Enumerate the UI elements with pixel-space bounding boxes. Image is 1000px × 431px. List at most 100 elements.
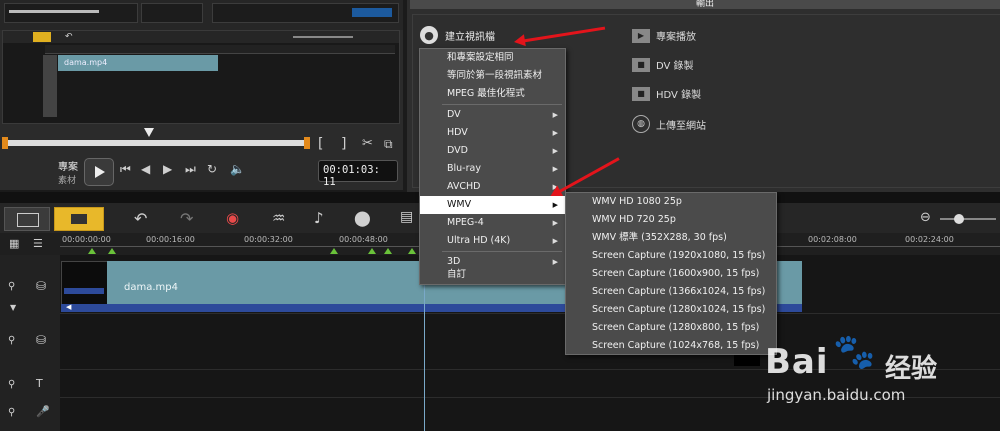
film-strip-icon	[17, 213, 39, 227]
submenu-arrow-icon: ▶	[552, 111, 558, 119]
wmv-item-hd1080[interactable]: WMV HD 1080 25p	[566, 193, 776, 211]
chapter-list-icon[interactable]: ☰	[33, 237, 43, 250]
menu-item-wmv[interactable]: WMV ▶	[420, 196, 565, 214]
dv-record-label: DV 錄製	[656, 61, 694, 72]
repeat-icon[interactable]: ↻	[207, 162, 217, 176]
wmv-item-standard[interactable]: WMV 標準 (352X288, 30 fps)	[566, 229, 776, 247]
trim-start-marker[interactable]	[2, 137, 8, 149]
chapter-marker[interactable]	[108, 248, 116, 254]
submenu-item-label: Screen Capture (1920x1080, 15 fps)	[592, 250, 766, 261]
project-mode-label[interactable]: 專案	[58, 158, 78, 173]
chapter-marker[interactable]	[330, 248, 338, 254]
menu-item-mpeg-optimizer[interactable]: MPEG 最佳化程式	[420, 85, 565, 103]
submenu-arrow-icon: ▶	[552, 165, 558, 173]
zoom-slider-knob[interactable]	[954, 214, 964, 224]
voice-track-lock-icon[interactable]: ⚲	[8, 407, 15, 418]
mini-ruler	[45, 45, 395, 54]
enlarge-preview-icon[interactable]: ⧉	[384, 137, 393, 152]
expand-track-icon[interactable]: ▼	[10, 303, 16, 312]
preview-scrubber[interactable]	[2, 137, 310, 149]
menu-item-ultra-hd[interactable]: Ultra HD (4K) ▶	[420, 232, 565, 250]
motion-track-icon[interactable]: ⬤	[354, 209, 371, 227]
menu-item-same-as-project[interactable]: 和專案設定相同	[420, 49, 565, 67]
overlay-track-lock-icon[interactable]: ⚲	[8, 335, 15, 346]
project-playback-button[interactable]: ▶ 專案播放	[632, 28, 696, 43]
go-to-start-icon[interactable]: ⏮	[120, 162, 131, 177]
wmv-item-hd720[interactable]: WMV HD 720 25p	[566, 211, 776, 229]
wmv-item-screen-1024[interactable]: Screen Capture (1024x768, 15 fps)	[566, 337, 776, 355]
record-capture-icon[interactable]: ◉	[226, 209, 239, 227]
wmv-item-screen-1280x800[interactable]: Screen Capture (1280x800, 15 fps)	[566, 319, 776, 337]
next-frame-icon[interactable]: ▶	[163, 162, 172, 176]
mark-in-icon[interactable]: [	[318, 136, 323, 152]
submenu-arrow-icon: ▶	[552, 129, 558, 137]
go-to-end-icon[interactable]: ⏭	[185, 162, 196, 177]
upload-web-button[interactable]: ◍ 上傳至網站	[632, 115, 706, 133]
menu-item-hdv[interactable]: HDV ▶	[420, 124, 565, 142]
menu-item-label: WMV	[447, 199, 472, 210]
preview-mini-scrub[interactable]	[9, 10, 99, 13]
preview-playhead[interactable]	[144, 128, 154, 137]
mini-timeline[interactable]: ↶ dama.mp4	[2, 30, 400, 124]
menu-item-label: AVCHD	[447, 181, 481, 192]
clip-mode-label[interactable]: 素材	[58, 173, 76, 186]
auto-music-icon[interactable]: ♪	[314, 209, 324, 227]
timecode-display[interactable]: 00:01:03: 11	[318, 160, 398, 188]
volume-icon[interactable]: 🔈	[230, 162, 245, 176]
mark-out-icon[interactable]: ]	[341, 136, 346, 152]
clip-thumbnail[interactable]	[61, 261, 109, 305]
menu-item-same-as-first-clip[interactable]: 等同於第一段視訊素材	[420, 67, 565, 85]
overlay-track-icon[interactable]: ⛁	[36, 333, 46, 347]
chapter-marker[interactable]	[368, 248, 376, 254]
sound-mixer-icon[interactable]: ♒	[272, 209, 285, 227]
mini-storyboard-icon[interactable]	[33, 32, 51, 42]
menu-item-custom[interactable]: 自訂	[420, 266, 565, 284]
menu-item-label: DVD	[447, 145, 468, 156]
split-clip-icon[interactable]: ✂	[362, 136, 373, 151]
create-video-button[interactable]: ● 建立視訊檔	[420, 26, 495, 44]
previous-frame-icon[interactable]: ◀	[141, 162, 150, 176]
trim-end-marker[interactable]	[304, 137, 310, 149]
wmv-item-screen-1920[interactable]: Screen Capture (1920x1080, 15 fps)	[566, 247, 776, 265]
menu-item-label: MPEG-4	[447, 217, 484, 228]
storyboard-view-button[interactable]	[54, 207, 104, 231]
zoom-slider[interactable]	[940, 214, 996, 224]
video-clip-label: dama.mp4	[124, 282, 178, 293]
video-track-icon[interactable]: ⛁	[36, 279, 46, 293]
undo-icon[interactable]: ↶	[134, 209, 147, 228]
mini-zoom-slider[interactable]	[293, 36, 353, 38]
zoom-out-icon[interactable]: ⊖	[920, 210, 931, 225]
chapter-marker[interactable]	[408, 248, 416, 254]
output-panel-header: 輸出	[410, 0, 1000, 9]
dv-record-button[interactable]: ■ DV 錄製	[632, 57, 694, 72]
track-manager-icon[interactable]: ▦	[9, 237, 19, 250]
redo-icon[interactable]: ↷	[180, 209, 193, 228]
storyboard-icon	[71, 214, 87, 224]
black-clip[interactable]	[734, 354, 760, 366]
video-track-lock-icon[interactable]: ⚲	[8, 281, 15, 292]
chapter-marker[interactable]	[384, 248, 392, 254]
thumbnail-bar	[64, 288, 104, 294]
mini-track-icons	[11, 55, 39, 117]
chapter-marker[interactable]	[88, 248, 96, 254]
wmv-item-screen-1280x1024[interactable]: Screen Capture (1280x1024, 15 fps)	[566, 301, 776, 319]
watermark-suffix: 经验	[885, 354, 938, 384]
play-button[interactable]	[84, 158, 114, 186]
menu-item-avchd[interactable]: AVCHD▶	[420, 178, 565, 196]
menu-item-dvd[interactable]: DVD ▶	[420, 142, 565, 160]
voice-track-icon[interactable]: 🎤	[36, 405, 50, 418]
submenu-arrow-icon: ▶	[552, 219, 558, 227]
menu-item-dv[interactable]: DV ▶	[420, 106, 565, 124]
subtitle-editor-icon[interactable]: ▤	[400, 209, 413, 225]
wmv-item-screen-1600[interactable]: Screen Capture (1600x900, 15 fps)	[566, 265, 776, 283]
menu-item-mpeg4[interactable]: MPEG-4 ▶	[420, 214, 565, 232]
wmv-item-screen-1366[interactable]: Screen Capture (1366x1024, 15 fps)	[566, 283, 776, 301]
mini-undo-icon[interactable]: ↶	[65, 32, 75, 42]
timeline-view-button[interactable]	[4, 207, 50, 231]
menu-item-label: MPEG 最佳化程式	[447, 88, 525, 99]
hdv-record-button[interactable]: ■ HDV 錄製	[632, 86, 701, 101]
title-track-lock-icon[interactable]: ⚲	[8, 379, 15, 390]
title-track-icon[interactable]: T	[36, 377, 43, 390]
mini-video-clip[interactable]: dama.mp4	[58, 55, 218, 71]
menu-item-bluray[interactable]: Blu-ray ▶	[420, 160, 565, 178]
